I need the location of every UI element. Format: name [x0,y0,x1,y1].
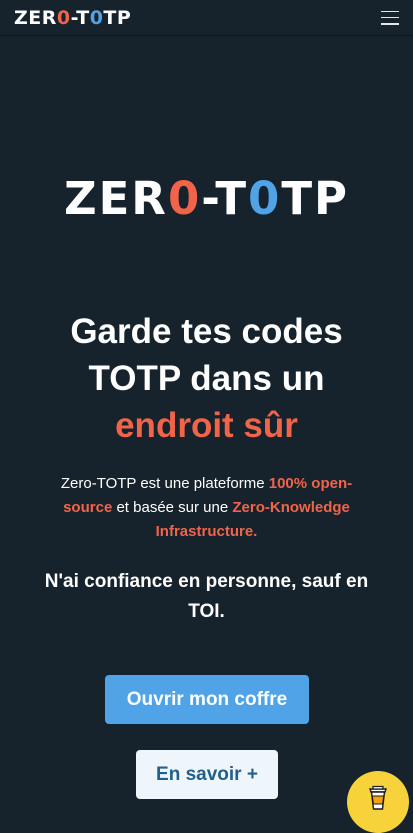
brand-zero-blue: 0 [90,7,104,29]
keyhole-icon [181,192,189,204]
brand-zero-char: 0 [56,6,71,29]
brand-zero-red: 0 [57,7,71,29]
hero-tagline: N'ai confiance en personne, sauf en TOI. [44,571,369,622]
hero-logo: ZER 0 -T 0 TP [0,172,413,225]
hero-logo-zero-blue: 0 [248,172,281,225]
headline-line-2: TOTP dans un [88,359,325,398]
headline-line-1: Garde tes codes [70,312,343,351]
hero-logo-prefix: ZER [63,172,168,225]
brand-o-char: 0 [89,6,104,29]
brand-text-suffix: TP [103,6,132,29]
open-vault-button[interactable]: Ouvrir mon coffre [105,675,309,724]
headline-accent: endroit sûr [115,406,298,445]
brand-logo[interactable]: ZER 0 -T 0 TP [14,7,131,29]
hero-logo-zero-red: 0 [168,172,201,225]
keyhole-icon [261,192,269,204]
brand-text-middle: -T [70,6,90,29]
hero-logo-suffix: TP [281,172,350,225]
hero-headline: Garde tes codes TOTP dans un endroit sûr [0,308,413,449]
navbar: ZER 0 -T 0 TP [0,0,413,36]
coffee-cup-icon [369,785,387,810]
hero-description: Zero-TOTP est une plateforme 100% open-s… [60,472,353,544]
desc-text-1: Zero-TOTP est une plateforme [60,475,269,492]
hero-logo-middle: -T [201,172,249,225]
brand-text-prefix: ZER [14,6,57,29]
hamburger-menu-icon[interactable] [381,10,399,25]
learn-more-button[interactable]: En savoir + [136,750,278,799]
desc-text-2: et basée sur une [112,499,233,516]
